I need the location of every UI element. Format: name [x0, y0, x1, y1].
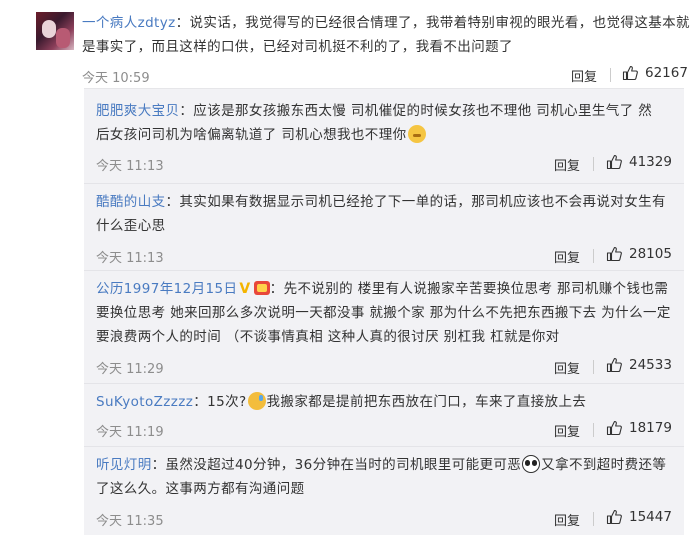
- thumbs-up-icon: [606, 420, 622, 436]
- divider: [593, 512, 594, 526]
- thumbs-up-icon: [606, 357, 622, 373]
- reply-text: ：先不说别的 楼里有人说搬家辛苦要换位思考 那司机赚个钱也需: [269, 281, 669, 297]
- reply-button[interactable]: 回复: [571, 66, 597, 85]
- reply-text: 后女孩问司机为啥偏离轨道了 司机心想我也不理你: [96, 127, 407, 143]
- divider: [610, 68, 611, 82]
- divider: [84, 383, 684, 384]
- avatar[interactable]: [36, 12, 74, 50]
- like-count: 18179: [629, 420, 672, 436]
- member-badge-icon: [253, 281, 270, 295]
- like-count: 41329: [629, 154, 672, 170]
- divider: [593, 360, 594, 374]
- reply-text: ：虽然没超过40分钟，36分钟在当时的司机眼里可能更可恶: [151, 457, 522, 473]
- reply-button[interactable]: 回复: [554, 247, 580, 266]
- reply-text: 我搬家都是提前把东西放在门口，车来了直接放上去: [266, 394, 587, 410]
- comment-time: 今天 10:59: [82, 71, 150, 86]
- like-count: 28105: [629, 246, 672, 262]
- comment-text: 一个病人zdtyz：说实话，我觉得写的已经很合情理了，我带着特别审视的眼光看，也…: [82, 12, 690, 34]
- reply-button[interactable]: 回复: [554, 421, 580, 440]
- reply-time: 今天 11:13: [96, 159, 164, 174]
- reply-time: 今天 11:19: [96, 425, 164, 440]
- reply-button[interactable]: 回复: [554, 358, 580, 377]
- reply-button[interactable]: 回复: [554, 155, 580, 174]
- thumbs-up-icon: [622, 65, 638, 81]
- reply-text: ：应该是那女孩搬东西太慢 司机催促的时候女孩也不理他 司机心里生气了 然: [179, 103, 653, 119]
- replies-panel: 肥肥爽大宝贝：应该是那女孩搬东西太慢 司机催促的时候女孩也不理他 司机心里生气了…: [84, 88, 684, 535]
- divider: [593, 157, 594, 171]
- comment-body-line2: 是事实了，而且这样的口供，已经对司机挺不利的了，我看不出问题了: [82, 39, 513, 55]
- panda-emoji-icon: [522, 455, 541, 473]
- divider: [84, 270, 684, 271]
- reply-text: 要浪费两个人的时间 （不谈事情真相 这种人真的很讨厌 别杠我 杠就是你对: [96, 329, 560, 345]
- reply-time: 今天 11:35: [96, 514, 164, 529]
- comment-body-line1: ：说实话，我觉得写的已经很合情理了，我带着特别审视的眼光看，也觉得这基本就: [175, 15, 690, 31]
- reply-username[interactable]: 酷酷的山支: [96, 194, 166, 210]
- reply-text: 什么歪心思: [96, 218, 166, 234]
- like-count: 62167: [645, 65, 688, 81]
- reply-time: 今天 11:13: [96, 251, 164, 266]
- comment-username[interactable]: 一个病人zdtyz: [82, 15, 176, 31]
- like-button[interactable]: 62167: [622, 65, 688, 81]
- reply-username[interactable]: 听见灯明: [96, 457, 152, 473]
- reply-text: ：15次?: [193, 394, 247, 410]
- like-count: 15447: [629, 509, 672, 525]
- reply-username[interactable]: 公历1997年12月15日: [96, 281, 237, 297]
- reply-text: ：其实如果有数据显示司机已经抢了下一单的话，那司机应该也不会再说对女生有: [165, 194, 666, 210]
- reply-time: 今天 11:29: [96, 362, 164, 377]
- thumbs-up-icon: [606, 509, 622, 525]
- divider: [84, 183, 684, 184]
- like-button[interactable]: 15447: [606, 509, 672, 525]
- thumbs-up-icon: [606, 154, 622, 170]
- like-count: 24533: [629, 357, 672, 373]
- reply-button[interactable]: 回复: [554, 510, 580, 529]
- verified-badge-icon: V: [239, 281, 251, 297]
- sad-emoji-icon: [247, 392, 266, 410]
- reply-text: 又拿不到超时费还等: [541, 457, 667, 473]
- reply-username[interactable]: 肥肥爽大宝贝: [96, 103, 179, 119]
- divider: [84, 446, 684, 447]
- thumbs-up-icon: [606, 246, 622, 262]
- reply-username[interactable]: SuKyotoZzzzz: [96, 394, 193, 410]
- like-button[interactable]: 28105: [606, 246, 672, 262]
- main-comment: 一个病人zdtyz：说实话，我觉得写的已经很合情理了，我带着特别审视的眼光看，也…: [0, 0, 700, 86]
- sweat-emoji-icon: [407, 125, 426, 143]
- like-button[interactable]: 41329: [606, 154, 672, 170]
- like-button[interactable]: 18179: [606, 420, 672, 436]
- divider: [593, 423, 594, 437]
- reply-text: 要换位思考 她来回那么多次说明一天都没事 就搬个家 那为什么不先把东西搬下去 为…: [96, 305, 671, 321]
- divider: [593, 249, 594, 263]
- reply-text: 了这么久。这事两方都有沟通问题: [96, 481, 305, 497]
- like-button[interactable]: 24533: [606, 357, 672, 373]
